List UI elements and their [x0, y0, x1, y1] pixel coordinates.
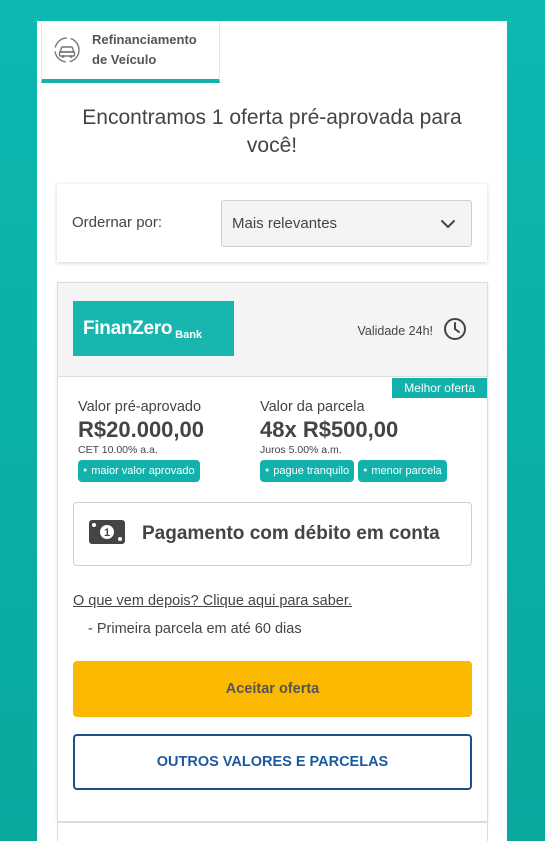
tab-vehicle-refinancing[interactable]: Refinanciamento de Veículo	[41, 21, 220, 83]
chevron-down-icon	[439, 215, 457, 233]
payment-method-text: Pagamento com débito em conta	[142, 523, 440, 544]
lender-logo: FinanZero Bank	[73, 301, 234, 356]
car-refinance-icon	[52, 35, 82, 65]
preapproved-column: Valor pré-aprovado R$20.000,00 CET 10.00…	[78, 399, 204, 482]
accept-offer-button[interactable]: Aceitar oferta	[73, 661, 472, 717]
logo-sub: Bank	[175, 328, 203, 341]
payment-method-box: 1 Pagamento com débito em conta	[73, 502, 472, 566]
sort-select[interactable]: Mais relevantes	[221, 200, 472, 247]
chip-lowest-installment: menor parcela	[358, 460, 447, 482]
first-installment-info: - Primeira parcela em até 60 dias	[88, 621, 302, 637]
tab-label-line1: Refinanciamento	[92, 32, 197, 47]
page-headline: Encontramos 1 oferta pré-aprovada para v…	[82, 106, 462, 157]
other-values-button[interactable]: OUTROS VALORES E PARCELAS	[73, 734, 472, 790]
tab-label: Refinanciamento de Veículo	[92, 30, 197, 70]
chip-highest-approved: maior valor aprovado	[78, 460, 200, 482]
installment-column: Valor da parcela 48x R$500,00 Juros 5.00…	[260, 399, 447, 482]
installment-title: Valor da parcela	[260, 399, 365, 415]
sort-selected-value: Mais relevantes	[232, 215, 338, 232]
preapproved-cet: CET 10.00% a.a.	[78, 444, 158, 456]
next-offer-card	[57, 822, 488, 841]
installment-interest: Juros 5.00% a.m.	[260, 444, 342, 456]
main-panel: Refinanciamento de Veículo Encontramos 1…	[37, 21, 507, 841]
chip-pay-easy: pague tranquilo	[260, 460, 355, 482]
offer-header: FinanZero Bank Validade 24h!	[58, 283, 487, 377]
installment-value: 48x R$500,00	[260, 417, 399, 442]
validity: Validade 24h!	[357, 317, 467, 344]
sort-box: Ordernar por: Mais relevantes	[57, 184, 487, 262]
sort-label: Ordernar por:	[72, 214, 163, 231]
money-icon: 1	[88, 519, 126, 550]
preapproved-value: R$20.000,00	[78, 417, 204, 442]
clock-icon	[433, 317, 467, 344]
tab-label-line2: de Veículo	[92, 52, 157, 67]
logo-text: FinanZero	[83, 317, 173, 339]
what-next-link[interactable]: O que vem depois? Clique aqui para saber…	[73, 593, 352, 609]
preapproved-title: Valor pré-aprovado	[78, 399, 202, 415]
best-offer-badge: Melhor oferta	[392, 378, 487, 398]
validity-text: Validade 24h!	[357, 323, 433, 338]
svg-text:1: 1	[104, 527, 110, 539]
offer-card: FinanZero Bank Validade 24h! Melhor ofer…	[57, 282, 488, 822]
